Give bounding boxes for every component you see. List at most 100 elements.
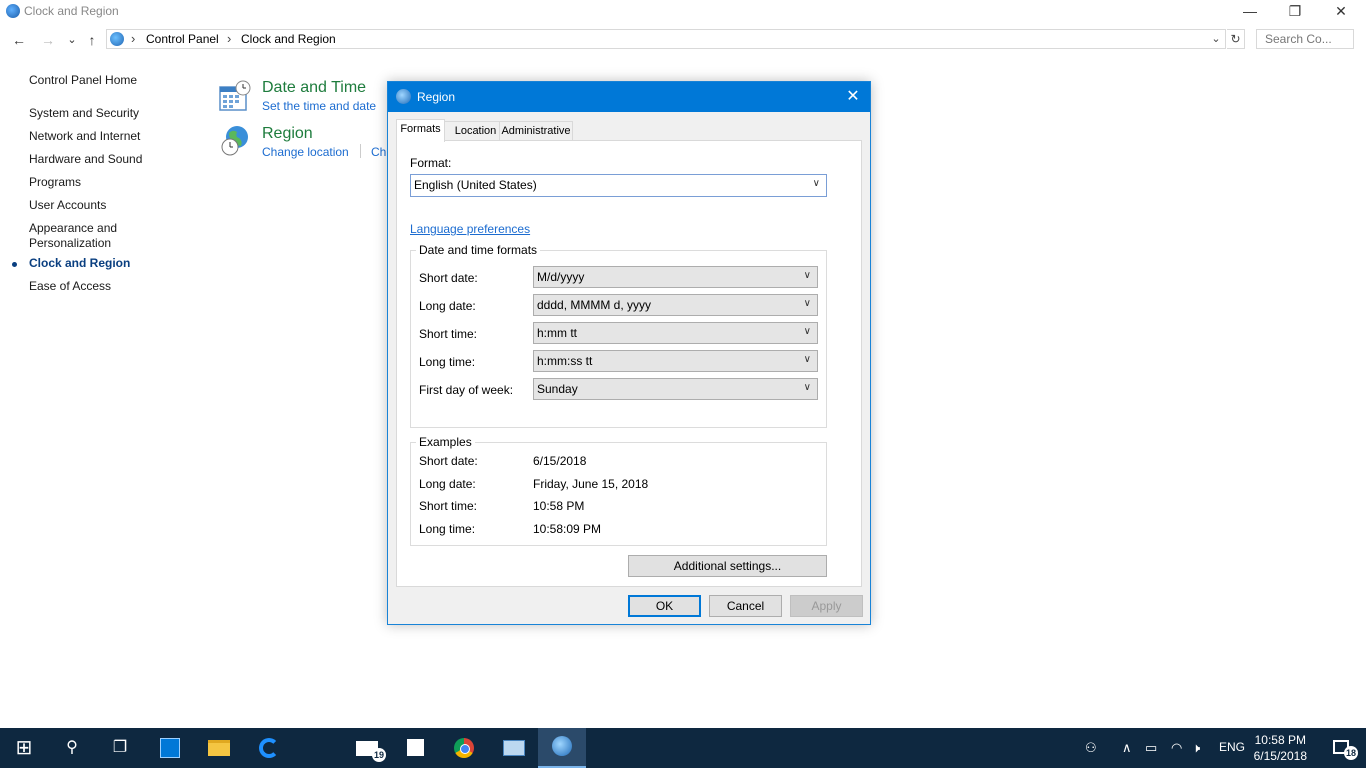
sidebar-item-network-internet[interactable]: Network and Internet [29,129,140,143]
short-time-value: h:mm tt [537,326,578,340]
file-explorer-icon[interactable] [194,728,242,768]
sidebar-item-clock-region[interactable]: Clock and Region [29,256,130,270]
clock-region-app-icon [6,4,20,18]
start-button[interactable]: ⊞ [0,728,48,768]
short-time-select[interactable]: h:mm tt ∨ [533,322,818,344]
dialog-titlebar: Region ✕ [388,82,870,112]
control-panel-taskbar-icon[interactable] [490,728,538,768]
apply-button[interactable]: Apply [790,595,863,617]
search-input[interactable]: Search Co... [1256,29,1354,49]
wifi-icon[interactable]: ◠ [1171,740,1182,756]
format-select[interactable]: English (United States) ∨ [410,174,827,197]
calendar-icon [219,80,251,112]
sidebar-item-user-accounts[interactable]: User Accounts [29,198,106,212]
sidebar-item-personalization[interactable]: Personalization [29,236,111,250]
chevron-down-icon: ∨ [803,354,811,365]
address-bar[interactable]: › Control Panel › Clock and Region ⌄ [106,29,1226,49]
short-date-value: M/d/yyyy [537,270,585,284]
example-short-date-value: 6/15/2018 [533,454,587,468]
address-dropdown-icon[interactable]: ⌄ [1209,30,1223,48]
sidebar-item-appearance[interactable]: Appearance and [29,221,117,235]
additional-settings-button[interactable]: Additional settings... [628,555,827,577]
system-clock[interactable]: 10:58 PM 6/15/2018 [1254,732,1307,764]
tab-administrative[interactable]: Administrative [499,121,573,141]
sidebar-item-system-security[interactable]: System and Security [29,106,139,120]
chevron-down-icon: ∨ [803,270,811,281]
format-select-value: English (United States) [414,178,537,192]
region-globe-icon [396,89,411,104]
sidebar-item-ease-of-access[interactable]: Ease of Access [29,279,111,293]
mail-app-icon[interactable]: 19 [344,728,392,768]
location-icon [110,32,124,46]
task-view-button[interactable]: ❐ [96,728,144,768]
breadcrumb-clock-region[interactable]: Clock and Region [241,32,336,46]
minimize-button[interactable]: — [1227,0,1273,24]
long-time-value: h:mm:ss tt [537,354,593,368]
first-day-label: First day of week: [419,383,514,397]
long-time-select[interactable]: h:mm:ss tt ∨ [533,350,818,372]
clock-time: 10:58 PM [1254,733,1306,747]
up-button[interactable]: ↑ [82,30,102,50]
sidebar-item-programs[interactable]: Programs [29,175,81,189]
store-app-icon[interactable] [146,728,194,768]
recent-locations-button[interactable]: ⌄ [62,30,82,50]
battery-icon[interactable]: ▭ [1145,740,1157,756]
example-short-date-label: Short date: [419,454,478,468]
people-icon[interactable]: ⚇ [1085,740,1097,756]
short-date-select[interactable]: M/d/yyyy ∨ [533,266,818,288]
region-dialog: Region ✕ Location Administrative Formats… [387,81,871,625]
notification-count-badge: 18 [1344,746,1358,760]
globe-clock-icon [219,125,251,157]
sticky-notes-icon[interactable] [392,728,440,768]
back-button[interactable]: ← [9,30,29,50]
example-long-date-value: Friday, June 15, 2018 [533,477,649,491]
region-taskbar-icon[interactable] [538,728,586,768]
chrome-browser-icon[interactable] [440,728,488,768]
dialog-close-button[interactable]: ✕ [840,85,866,109]
long-date-value: dddd, MMMM d, yyyy [537,298,652,312]
date-time-heading[interactable]: Date and Time [262,79,366,97]
link-divider [360,144,361,158]
cancel-button[interactable]: Cancel [709,595,782,617]
long-time-label: Long time: [419,355,476,369]
tab-formats[interactable]: Formats [396,119,445,142]
action-center-icon[interactable]: 18 [1318,728,1366,768]
first-day-select[interactable]: Sunday ∨ [533,378,818,400]
current-item-bullet-icon [12,262,17,267]
set-time-date-link[interactable]: Set the time and date [262,99,376,113]
sidebar-item-home[interactable]: Control Panel Home [29,73,137,87]
sidebar-item-hardware-sound[interactable]: Hardware and Sound [29,152,142,166]
mail-count-badge: 19 [372,748,386,762]
change-location-link[interactable]: Change location [262,145,349,159]
region-second-link[interactable]: Ch [371,145,386,159]
forward-button[interactable]: → [38,30,58,50]
example-short-time-value: 10:58 PM [533,499,585,513]
date-time-formats-title: Date and time formats [416,243,541,257]
close-window-button[interactable]: ✕ [1318,0,1364,24]
example-long-date-label: Long date: [419,477,476,491]
breadcrumb-separator[interactable]: › [227,31,231,46]
volume-icon[interactable]: 🕨 [1192,740,1200,756]
example-long-time-value: 10:58:09 PM [533,522,602,536]
tab-location[interactable]: Location [444,121,507,141]
chevron-down-icon: ∨ [812,178,820,189]
window-titlebar: Clock and Region — ❐ ✕ [0,0,1366,24]
chevron-down-icon: ∨ [803,298,811,309]
region-heading[interactable]: Region [262,125,313,143]
ok-button[interactable]: OK [628,595,701,617]
input-language-indicator[interactable]: ENG [1219,740,1245,754]
long-date-select[interactable]: dddd, MMMM d, yyyy ∨ [533,294,818,316]
restore-button[interactable]: ❐ [1272,0,1318,24]
clock-date: 6/15/2018 [1253,749,1307,763]
window-title: Clock and Region [24,4,119,18]
show-hidden-icons-chevron-icon[interactable]: ∧ [1122,740,1132,756]
search-taskbar-button[interactable]: ⚲ [48,728,96,768]
chevron-down-icon: ∨ [803,326,811,337]
breadcrumb-separator[interactable]: › [131,31,135,46]
dialog-title: Region [417,90,456,104]
edge-browser-icon[interactable] [244,728,292,768]
refresh-button[interactable]: ↻ [1227,29,1245,49]
language-preferences-link[interactable]: Language preferences [410,222,530,236]
breadcrumb-control-panel[interactable]: Control Panel [146,32,219,46]
first-day-value: Sunday [537,382,578,396]
